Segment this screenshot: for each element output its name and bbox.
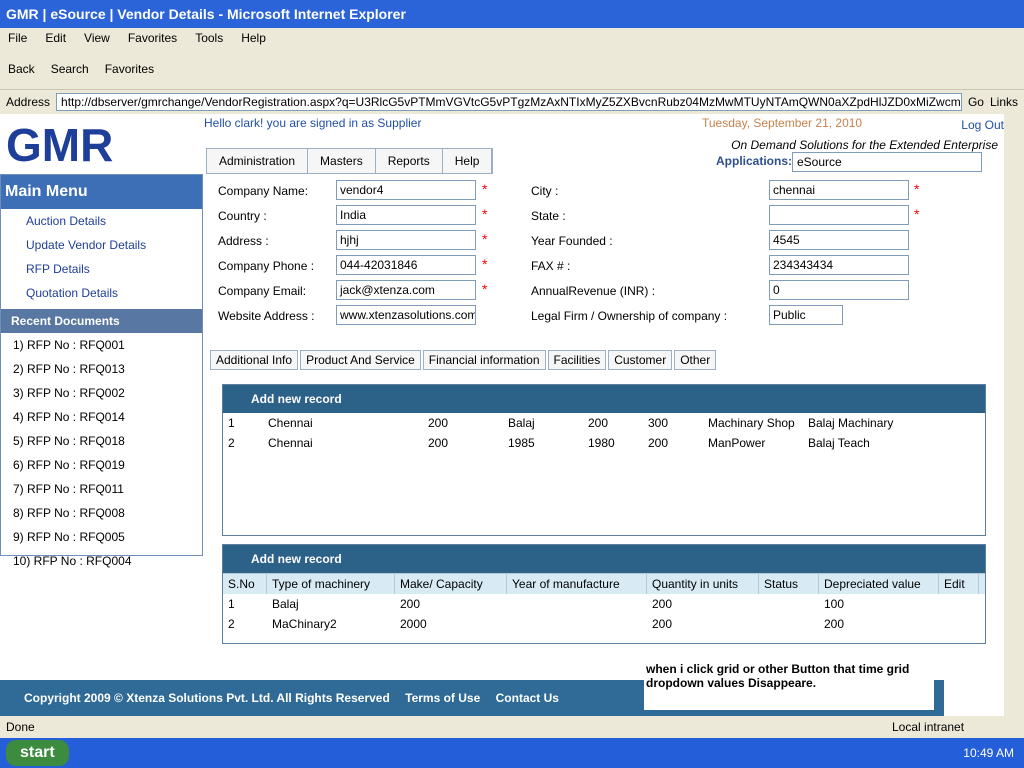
applications-select[interactable]: eSource <box>792 152 982 172</box>
menu-tools[interactable]: Tools <box>195 28 223 48</box>
sidebar-item-quotation[interactable]: Quotation Details <box>1 281 202 305</box>
tab-facilities[interactable]: Facilities <box>547 350 607 370</box>
facilities-grid: Add new record 1 Chennai 200 Balaj 200 300 Mac… <box>222 384 986 536</box>
address-field[interactable]: hjhj <box>336 230 476 250</box>
city-label: City : <box>531 184 559 198</box>
menu-help[interactable]: Help <box>241 28 266 48</box>
machinery-grid: Add new record S.No Type of machinery Make… <box>222 544 986 644</box>
address-bar: Address http://dbserver/gmrchange/Vendor… <box>0 90 1024 114</box>
revenue-field[interactable]: 0 <box>769 280 909 300</box>
recent-doc[interactable]: 8) RFP No : RFQ008 <box>1 501 202 525</box>
address-label: Address <box>6 95 51 109</box>
title-bar: GMR | eSource | Vendor Details - Microso… <box>0 0 1024 28</box>
clock: 10:49 AM <box>963 746 1014 760</box>
fax-label: FAX # : <box>531 259 571 273</box>
detail-tabs: Additional Info Product And Service Fina… <box>210 350 717 370</box>
search-button[interactable]: Search <box>51 62 89 76</box>
company-name-label: Company Name: <box>218 184 309 198</box>
city-field[interactable]: chennai <box>769 180 909 200</box>
recent-doc[interactable]: 7) RFP No : RFQ011 <box>1 477 202 501</box>
recent-doc[interactable]: 6) RFP No : RFQ019 <box>1 453 202 477</box>
menu-file[interactable]: File <box>8 28 27 48</box>
contact-link[interactable]: Contact Us <box>496 691 559 705</box>
table-row: 2 MaChinary2 2000 200 200 <box>228 617 845 631</box>
country-field[interactable]: India <box>336 205 476 225</box>
table-row: 2 Chennai 200 1985 1980 200 ManPower Balaj Teac… <box>228 436 870 450</box>
phone-field[interactable]: 044-42031846 <box>336 255 476 275</box>
year-founded-label: Year Founded : <box>531 234 613 248</box>
tagline: On Demand Solutions for the Extended Ent… <box>731 138 998 152</box>
table-header: S.No Type of machinery Make/ Capacity Year … <box>223 573 985 594</box>
taskbar: start 10:49 AM <box>0 738 1024 768</box>
annotation-note: when i click grid or other Button that t… <box>644 660 934 710</box>
web-page: GMR Hello clark! you are signed in as Su… <box>0 114 1004 716</box>
back-button[interactable]: Back <box>8 62 35 76</box>
logo: GMR <box>6 119 114 171</box>
year-founded-field[interactable]: 4545 <box>769 230 909 250</box>
country-label: Country : <box>218 209 267 223</box>
copyright-text: Copyright 2009 © Xtenza Solutions Pvt. L… <box>24 691 390 705</box>
add-record-button[interactable]: Add new record <box>223 385 985 413</box>
sidebar-item-rfp[interactable]: RFP Details <box>1 257 202 281</box>
sidebar: Main Menu Auction Details Update Vendor … <box>0 174 203 568</box>
hello-text: Hello clark! you are signed in as Suppli… <box>204 116 422 130</box>
toolbar: Back Search Favorites <box>0 48 1024 90</box>
status-bar: Done Local intranet <box>0 716 1024 738</box>
main-menu-title: Main Menu <box>1 175 202 209</box>
recent-doc[interactable]: 2) RFP No : RFQ013 <box>1 357 202 381</box>
links-label[interactable]: Links <box>990 95 1018 109</box>
tab-administration[interactable]: Administration <box>207 149 309 173</box>
legal-select[interactable]: Public <box>769 305 843 325</box>
sidebar-item-auction[interactable]: Auction Details <box>1 209 202 233</box>
favorites-button[interactable]: Favorites <box>105 62 154 76</box>
top-tabs: Administration Masters Reports Help <box>206 148 494 174</box>
tab-reports[interactable]: Reports <box>375 149 443 173</box>
state-field[interactable] <box>769 205 909 225</box>
tab-other[interactable]: Other <box>674 350 717 370</box>
logout-link[interactable]: Log Out <box>961 118 1004 132</box>
email-label: Company Email: <box>218 284 307 298</box>
recent-documents-title: Recent Documents <box>1 309 202 333</box>
tab-financial[interactable]: Financial information <box>422 350 546 370</box>
url-field[interactable]: http://dbserver/gmrchange/VendorRegistra… <box>56 93 962 111</box>
website-label: Website Address : <box>218 309 315 323</box>
tab-additional-info[interactable]: Additional Info <box>210 350 299 370</box>
date-text: Tuesday, September 21, 2010 <box>702 116 863 130</box>
menu-view[interactable]: View <box>84 28 110 48</box>
recent-doc[interactable]: 4) RFP No : RFQ014 <box>1 405 202 429</box>
sidebar-item-update-vendor[interactable]: Update Vendor Details <box>1 233 202 257</box>
vendor-form: Company Name: vendor4 * City : chennai * Coun… <box>218 180 920 325</box>
recent-doc[interactable]: 9) RFP No : RFQ005 <box>1 525 202 549</box>
revenue-label: AnnualRevenue (INR) : <box>531 284 656 298</box>
menu-favorites[interactable]: Favorites <box>128 28 177 48</box>
recent-doc[interactable]: 3) RFP No : RFQ002 <box>1 381 202 405</box>
add-record-button[interactable]: Add new record <box>223 545 985 573</box>
address-label: Address : <box>218 234 269 248</box>
window-title: GMR | eSource | Vendor Details - Microso… <box>6 6 406 22</box>
tab-product-service[interactable]: Product And Service <box>300 350 421 370</box>
tab-help[interactable]: Help <box>442 149 493 173</box>
legal-label: Legal Firm / Ownership of company : <box>531 309 728 323</box>
tab-masters[interactable]: Masters <box>308 149 376 173</box>
terms-link[interactable]: Terms of Use <box>405 691 480 705</box>
phone-label: Company Phone : <box>218 259 315 273</box>
fax-field[interactable]: 234343434 <box>769 255 909 275</box>
go-button[interactable]: Go <box>968 95 984 109</box>
status-zone: Local intranet <box>892 720 965 734</box>
recent-doc[interactable]: 5) RFP No : RFQ018 <box>1 429 202 453</box>
table-row: 1 Balaj 200 200 100 <box>228 597 845 611</box>
recent-doc[interactable]: 1) RFP No : RFQ001 <box>1 333 202 357</box>
recent-doc[interactable]: 10) RFP No : RFQ004 <box>1 549 202 573</box>
website-field[interactable]: www.xtenzasolutions.com <box>336 305 476 325</box>
email-field[interactable]: jack@xtenza.com <box>336 280 476 300</box>
applications-label: Applications: <box>716 154 793 168</box>
menu-bar: File Edit View Favorites Tools Help <box>0 28 1024 48</box>
company-name-field[interactable]: vendor4 <box>336 180 476 200</box>
tab-customer[interactable]: Customer <box>608 350 673 370</box>
table-row: 1 Chennai 200 Balaj 200 300 Machinary Shop Bala… <box>228 416 894 430</box>
start-button[interactable]: start <box>6 740 69 766</box>
state-label: State : <box>531 209 566 223</box>
menu-edit[interactable]: Edit <box>45 28 66 48</box>
status-done: Done <box>6 720 35 734</box>
